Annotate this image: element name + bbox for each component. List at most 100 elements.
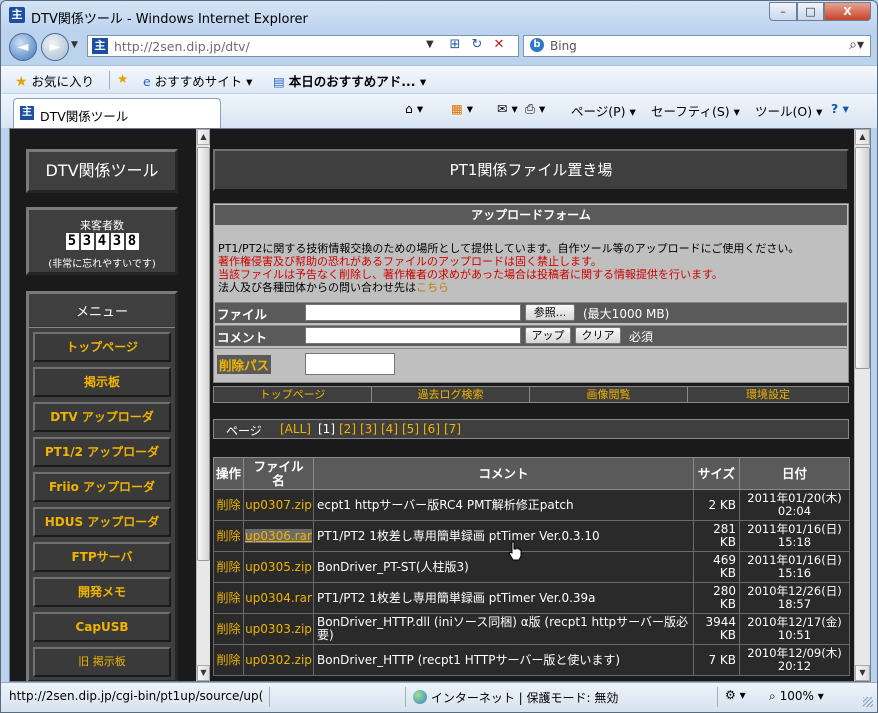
address-dropdown-icon[interactable]: ▼ — [426, 39, 434, 50]
title-bar: 主 DTV関係ツール - Windows Internet Explorer –… — [1, 1, 877, 31]
refresh-icon[interactable]: ↻ — [466, 37, 488, 52]
maximize-button[interactable]: □ — [797, 2, 824, 21]
table-row: 削除 up0302.zip BonDriver_HTTP (recpt1 HTT… — [213, 644, 850, 676]
delete-link[interactable]: 削除 — [213, 520, 244, 552]
browse-button[interactable]: 参照... — [525, 304, 575, 321]
upload-form: アップロードフォーム PT1/PT2に関する技術情報交換のための場所として提供し… — [213, 203, 849, 383]
file-link[interactable]: up0304.rar — [243, 582, 314, 614]
minimize-button[interactable]: – — [769, 2, 797, 21]
delete-link[interactable]: 削除 — [213, 644, 244, 676]
tools-menu[interactable]: ツール(O) ▾ — [755, 101, 822, 120]
protected-mode-icon[interactable]: ⚙ ▾ — [725, 688, 746, 702]
close-button[interactable]: X — [824, 2, 871, 21]
sub-navigation: トップページ 過去ログ検索 画像閲覧 環境設定 — [213, 386, 849, 403]
counter-digit: 3 — [80, 233, 94, 250]
search-box[interactable]: b Bing ⌕▾ — [523, 35, 871, 57]
page-menu[interactable]: ページ(P) ▾ — [571, 101, 636, 120]
file-path-input[interactable] — [305, 304, 521, 321]
divider — [109, 71, 110, 89]
page-link-3[interactable]: [3] — [360, 422, 377, 436]
delete-pass-row: 削除パス — [215, 348, 847, 378]
scroll-thumb[interactable] — [855, 147, 870, 369]
stop-icon[interactable]: ✕ — [488, 37, 510, 52]
web-slice-button[interactable]: ▤ 本日のおすすめアド... ▾ — [273, 71, 426, 90]
file-link[interactable]: up0303.zip — [243, 613, 314, 645]
clear-button[interactable]: クリア — [575, 327, 621, 344]
menu-item-friio-uploader[interactable]: Friio アップローダ — [33, 472, 171, 502]
scroll-thumb[interactable] — [197, 147, 210, 561]
help-icon[interactable]: ? ▾ — [831, 101, 849, 116]
delete-pass-input[interactable] — [305, 353, 395, 375]
file-link[interactable]: up0302.zip — [243, 644, 314, 676]
main-frame-scrollbar[interactable]: ▲ ▼ — [854, 129, 870, 681]
menu-item-bbs[interactable]: 掲示板 — [33, 367, 171, 397]
compatibility-view-icon[interactable]: ⊞ — [444, 37, 466, 52]
delete-link[interactable]: 削除 — [213, 613, 244, 645]
left-frame-scrollbar[interactable]: ▲ ▼ — [196, 129, 210, 681]
file-date: 2010年12/17(金) 10:51 — [739, 613, 850, 645]
mail-icon[interactable]: ✉ ▾ — [497, 101, 518, 116]
scroll-down-icon[interactable]: ▼ — [855, 665, 870, 681]
contact-link[interactable]: こちら — [416, 281, 449, 294]
feeds-icon[interactable]: ▦ ▾ — [451, 101, 473, 116]
delete-pass-label: 削除パス — [217, 355, 272, 374]
menu-item-capusb[interactable]: CapUSB — [33, 612, 171, 642]
page-link-6[interactable]: [6] — [423, 422, 440, 436]
scroll-down-icon[interactable]: ▼ — [197, 665, 210, 681]
forward-button[interactable]: ► — [41, 33, 69, 61]
security-zone[interactable]: インターネット | 保護モード: 無効 — [413, 689, 618, 706]
page-link-7[interactable]: [7] — [444, 422, 461, 436]
file-link[interactable]: up0307.zip — [243, 489, 314, 521]
upload-button[interactable]: アップ — [525, 327, 571, 344]
file-link[interactable]: up0306.rar — [243, 520, 314, 552]
menu-item-dev-memo[interactable]: 開発メモ — [33, 577, 171, 607]
subnav-top-page[interactable]: トップページ — [214, 387, 372, 402]
subnav-settings[interactable]: 環境設定 — [688, 387, 848, 402]
comment-input[interactable] — [305, 327, 521, 344]
page-link-2[interactable]: [2] — [339, 422, 356, 436]
add-favorites-icon[interactable]: ★ — [117, 71, 128, 86]
back-button[interactable]: ◄ — [9, 33, 37, 61]
zoom-control[interactable]: ⌕ 100% ▾ — [769, 689, 824, 704]
print-icon[interactable]: ⎙ ▾ — [525, 101, 545, 117]
page-link-5[interactable]: [5] — [402, 422, 419, 436]
tab-dtv-tools[interactable]: 主 DTV関係ツール — [13, 98, 221, 128]
bing-logo-icon: b — [530, 38, 544, 52]
menu-item-hdus-uploader[interactable]: HDUS アップローダ — [33, 507, 171, 537]
recent-pages-dropdown-icon[interactable]: ▼ — [71, 40, 78, 50]
home-icon[interactable]: ⌂ ▾ — [405, 101, 423, 116]
required-note: 必須 — [629, 330, 654, 344]
file-link[interactable]: up0305.zip — [243, 551, 314, 583]
address-bar[interactable]: 主 http://2sen.dip.jp/dtv/ ▼ ⊞ ↻ ✕ — [87, 35, 519, 57]
file-date: 2010年12/09(木) 20:12 — [739, 644, 850, 676]
column-header-date: 日付 — [739, 457, 850, 490]
counter-digit: 4 — [95, 233, 109, 250]
menu-item-pt12-uploader[interactable]: PT1/2 アップローダ — [33, 437, 171, 467]
delete-link[interactable]: 削除 — [213, 582, 244, 614]
page-link-all[interactable]: [ALL] — [280, 422, 311, 436]
subnav-log-search[interactable]: 過去ログ検索 — [372, 387, 530, 402]
subnav-image-view[interactable]: 画像閲覧 — [530, 387, 688, 402]
column-header-comment: コメント — [313, 457, 694, 490]
delete-link[interactable]: 削除 — [213, 551, 244, 583]
resize-grip-icon[interactable] — [863, 697, 873, 707]
menu-item-old-bbs[interactable]: 旧 掲示板 — [33, 647, 171, 677]
file-table: 操作 ファイル名 コメント サイズ 日付 削除 up0307.zip ecpt1… — [213, 457, 850, 676]
address-url[interactable]: http://2sen.dip.jp/dtv/ — [114, 39, 250, 54]
menu-item-top-page[interactable]: トップページ — [33, 332, 171, 362]
table-row: 削除 up0303.zip BonDriver_HTTP.dll (iniソース… — [213, 613, 850, 645]
menu-item-ftp-server[interactable]: FTPサーバ — [33, 542, 171, 572]
counter-digit: 5 — [65, 233, 79, 250]
delete-link[interactable]: 削除 — [213, 489, 244, 521]
suggested-sites-button[interactable]: e おすすめサイト ▾ — [143, 71, 252, 90]
menu-item-dtv-uploader[interactable]: DTV アップローダ — [33, 402, 171, 432]
site-favicon-icon: 主 — [9, 7, 25, 23]
page-link-4[interactable]: [4] — [381, 422, 398, 436]
search-icon[interactable]: ⌕▾ — [849, 37, 864, 53]
scroll-up-icon[interactable]: ▲ — [197, 129, 210, 145]
table-row: 削除 up0307.zip ecpt1 httpサーバー版RC4 PMT解析修正… — [213, 489, 850, 521]
search-input[interactable]: Bing — [550, 39, 577, 53]
safety-menu[interactable]: セーフティ(S) ▾ — [651, 101, 740, 120]
scroll-up-icon[interactable]: ▲ — [855, 129, 870, 145]
favorites-button[interactable]: ★ お気に入り — [15, 71, 94, 90]
